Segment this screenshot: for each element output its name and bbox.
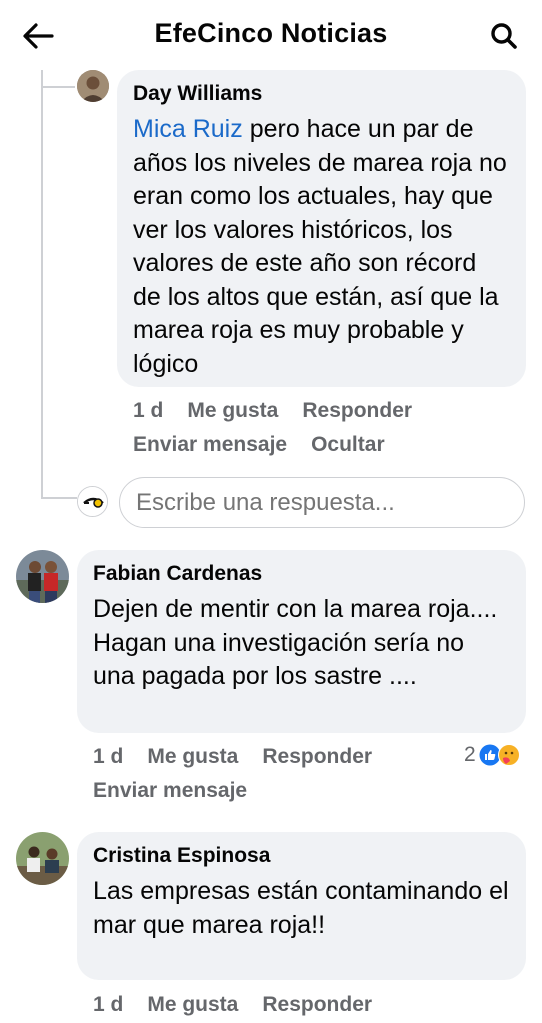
- reply-button[interactable]: Responder: [262, 988, 372, 1022]
- comment-time[interactable]: 1 d: [133, 394, 163, 428]
- reply-button[interactable]: Responder: [302, 394, 412, 428]
- like-button[interactable]: Me gusta: [147, 988, 238, 1022]
- comment-bubble: Cristina Espinosa Las empresas están con…: [77, 832, 526, 980]
- reply-button[interactable]: Responder: [262, 740, 372, 774]
- comment-time[interactable]: 1 d: [93, 988, 123, 1022]
- comment-bubble: Fabian Cardenas Dejen de mentir con la m…: [77, 550, 526, 733]
- comment-time[interactable]: 1 d: [93, 740, 123, 774]
- comment-body: pero hace un par de años los niveles de …: [133, 115, 507, 378]
- care-reaction-icon: [497, 744, 520, 766]
- thread-line: [41, 70, 43, 499]
- comment-author[interactable]: Day Williams: [133, 81, 510, 107]
- thread-line-branch: [41, 86, 75, 88]
- reply-input[interactable]: [119, 477, 525, 528]
- reaction-summary[interactable]: 2: [464, 743, 520, 767]
- avatar[interactable]: [16, 832, 69, 885]
- like-button[interactable]: Me gusta: [147, 740, 238, 774]
- comment-author[interactable]: Fabian Cardenas: [93, 561, 510, 587]
- mention-link[interactable]: Mica Ruiz: [133, 115, 243, 143]
- hide-button[interactable]: Ocultar: [311, 428, 385, 462]
- comment-actions: 1 d Me gusta Responder: [93, 988, 463, 1022]
- comment-actions: 1 d Me gusta Responder Enviar mensaje: [93, 740, 463, 808]
- like-button[interactable]: Me gusta: [187, 394, 278, 428]
- comment-bubble: Day Williams Mica Ruiz pero hace un par …: [117, 70, 526, 387]
- comment-text: Las empresas están contaminando el mar q…: [93, 877, 509, 939]
- search-icon: [491, 23, 517, 49]
- send-message-button[interactable]: Enviar mensaje: [93, 774, 247, 808]
- thread-line-branch: [41, 497, 77, 499]
- comment-author[interactable]: Cristina Espinosa: [93, 843, 510, 869]
- send-message-button[interactable]: Enviar mensaje: [133, 428, 287, 462]
- avatar[interactable]: [77, 70, 109, 102]
- top-bar: EfeCinco Noticias: [0, 0, 542, 70]
- avatar[interactable]: [16, 550, 69, 603]
- comment-text: Dejen de mentir con la marea roja.... Ha…: [93, 595, 498, 690]
- search-button[interactable]: [484, 16, 524, 56]
- reaction-count: 2: [464, 743, 476, 766]
- comment-text: Mica Ruiz pero hace un par de años los n…: [133, 113, 510, 381]
- comment-actions: 1 d Me gusta Responder Enviar mensaje Ocult…: [133, 394, 513, 462]
- page-title: EfeCinco Noticias: [154, 18, 388, 48]
- user-avatar: [77, 486, 108, 517]
